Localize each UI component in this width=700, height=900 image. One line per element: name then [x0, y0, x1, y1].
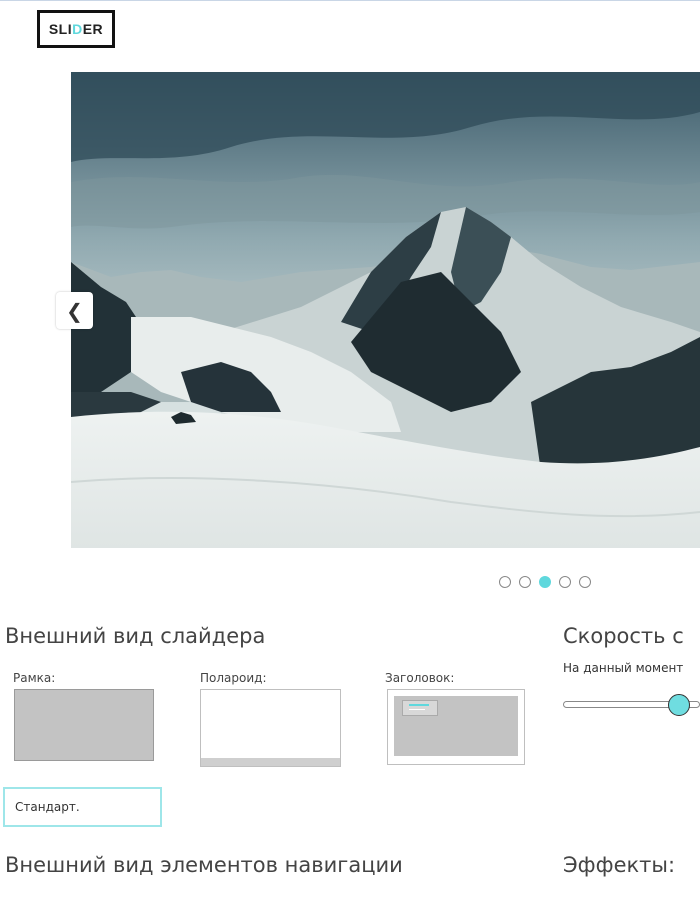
- pagination-dot[interactable]: [499, 576, 511, 588]
- speed-heading: Скорость с: [563, 624, 684, 648]
- title-style-thumbnail[interactable]: [387, 689, 525, 765]
- speed-slider-handle[interactable]: [668, 694, 690, 716]
- top-border: [0, 0, 700, 1]
- prev-slide-button[interactable]: ❮: [56, 292, 93, 329]
- logo[interactable]: SLI D ER: [37, 10, 115, 48]
- appearance-heading: Внешний вид слайдера: [5, 624, 266, 648]
- polaroid-style-thumbnail[interactable]: [200, 689, 341, 767]
- caption-line: [409, 709, 425, 710]
- logo-text-start: SLI: [48, 21, 73, 37]
- pagination-dot[interactable]: [579, 576, 591, 588]
- pagination-dot[interactable]: [519, 576, 531, 588]
- frame-style-thumbnail[interactable]: [14, 689, 154, 761]
- title-thumbnail-image: [394, 696, 518, 756]
- navigation-heading: Внешний вид элементов навигации: [5, 853, 403, 877]
- pagination-dot[interactable]: [559, 576, 571, 588]
- speed-description: На данный момент: [563, 661, 684, 675]
- frame-option-label: Рамка:: [13, 671, 56, 685]
- logo-text-accent: D: [72, 21, 83, 37]
- slide-pagination: [499, 576, 591, 588]
- effects-heading: Эффекты:: [563, 853, 676, 877]
- chevron-left-icon: ❮: [66, 298, 83, 323]
- logo-text-end: ER: [82, 21, 104, 37]
- slide-image: [71, 72, 700, 548]
- polaroid-option-label: Полароид:: [200, 671, 267, 685]
- pagination-dot-active[interactable]: [539, 576, 551, 588]
- caption-line: [409, 704, 429, 706]
- mountain-landscape-image: [71, 72, 700, 548]
- title-thumbnail-caption: [402, 700, 438, 716]
- standard-style-button[interactable]: Стандарт.: [3, 787, 162, 827]
- polaroid-bottom-strip: [201, 758, 340, 766]
- title-option-label: Заголовок:: [385, 671, 455, 685]
